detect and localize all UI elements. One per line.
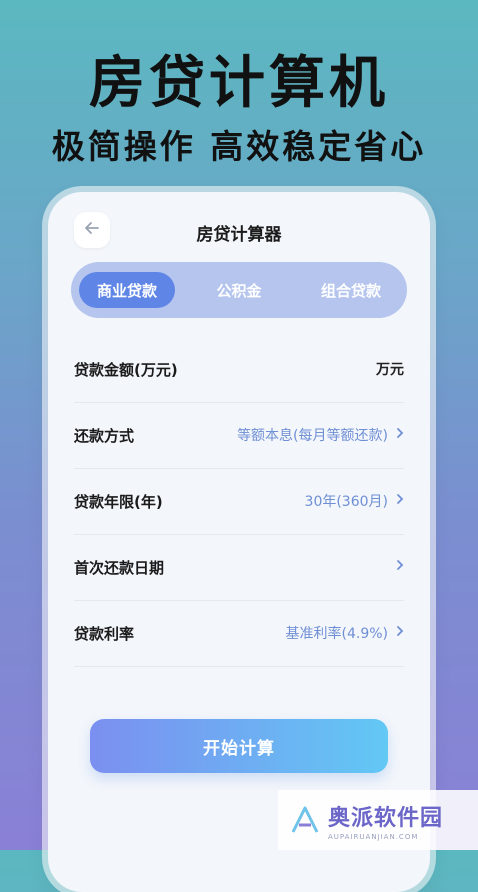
row-value-wrap bbox=[388, 559, 404, 575]
chevron-right-icon bbox=[396, 559, 404, 575]
watermark: 奥派软件园 AUPAIRUANJIAN.COM bbox=[278, 790, 478, 850]
row-label: 贷款年限(年) bbox=[74, 492, 163, 511]
chevron-right-icon bbox=[396, 427, 404, 443]
row-first-repayment-date[interactable]: 首次还款日期 bbox=[74, 534, 404, 601]
watermark-logo-icon bbox=[288, 803, 322, 837]
row-value-wrap: 等额本息(每月等额还款) bbox=[237, 425, 404, 445]
tab-commercial-loan[interactable]: 商业贷款 bbox=[79, 272, 175, 308]
row-value: 等额本息(每月等额还款) bbox=[237, 428, 388, 444]
row-loan-amount[interactable]: 贷款金额(万元) 万元 bbox=[74, 336, 404, 403]
phone-mockup: 房贷计算器 商业贷款 公积金 组合贷款 贷款金额(万元) 万元 还款方式 等额本… bbox=[48, 192, 430, 892]
start-calculation-button[interactable]: 开始计算 bbox=[90, 719, 388, 773]
loan-type-tabs: 商业贷款 公积金 组合贷款 bbox=[71, 262, 407, 318]
tab-combined-loan[interactable]: 组合贷款 bbox=[303, 272, 399, 308]
row-repayment-method[interactable]: 还款方式 等额本息(每月等额还款) bbox=[74, 402, 404, 469]
hero-title: 房贷计算机 bbox=[89, 51, 389, 116]
tab-provident-fund[interactable]: 公积金 bbox=[191, 272, 287, 308]
watermark-text: 奥派软件园 AUPAIRUANJIAN.COM bbox=[328, 800, 443, 841]
loan-amount-unit: 万元 bbox=[376, 362, 404, 378]
watermark-main-text: 奥派软件园 bbox=[328, 805, 444, 831]
chevron-right-icon bbox=[396, 493, 404, 509]
row-label: 贷款利率 bbox=[74, 624, 135, 643]
row-value-wrap: 基准利率(4.9%) bbox=[286, 623, 405, 643]
row-label: 首次还款日期 bbox=[74, 558, 165, 577]
row-label: 贷款金额(万元) bbox=[74, 360, 178, 379]
top-bar: 房贷计算器 bbox=[48, 212, 430, 254]
chevron-right-icon bbox=[396, 625, 404, 641]
row-value-wrap: 30年(360月) bbox=[305, 491, 404, 511]
row-label: 还款方式 bbox=[74, 426, 135, 445]
watermark-sub-text: AUPAIRUANJIAN.COM bbox=[328, 832, 419, 841]
row-interest-rate[interactable]: 贷款利率 基准利率(4.9%) bbox=[74, 600, 404, 667]
screen-title: 房贷计算器 bbox=[196, 225, 282, 245]
row-value: 30年(360月) bbox=[304, 494, 388, 510]
row-value: 基准利率(4.9%) bbox=[285, 626, 389, 642]
row-loan-term[interactable]: 贷款年限(年) 30年(360月) bbox=[74, 468, 404, 535]
hero-subtitle: 极简操作 高效稳定省心 bbox=[51, 127, 427, 166]
